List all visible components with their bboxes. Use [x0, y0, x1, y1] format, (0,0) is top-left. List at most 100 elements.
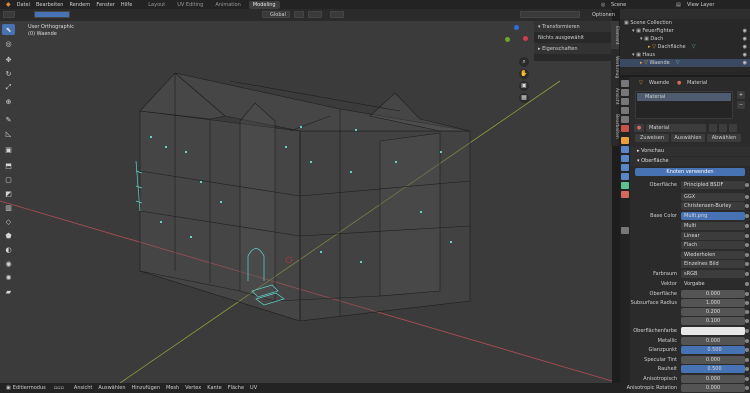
- property-field[interactable]: 0.000: [681, 337, 745, 345]
- property-field[interactable]: GGX: [681, 193, 745, 201]
- menu-help[interactable]: Hilfe: [121, 2, 132, 8]
- property-field[interactable]: Christensen-Burley: [681, 202, 745, 210]
- measure-tool-icon[interactable]: ◺: [2, 128, 15, 139]
- eye-icon[interactable]: ◉: [743, 44, 747, 50]
- bevel-tool-icon[interactable]: ◩: [2, 188, 15, 199]
- world-props-icon[interactable]: [621, 125, 629, 132]
- property-field[interactable]: 0.000: [681, 384, 745, 392]
- shear-tool-icon[interactable]: ▰: [2, 286, 15, 297]
- pivot-button[interactable]: [294, 11, 304, 18]
- overlay-buttons[interactable]: [520, 11, 580, 18]
- view-layer-props-icon[interactable]: [621, 107, 629, 114]
- keyframe-dot-icon[interactable]: [745, 292, 749, 296]
- tab-element[interactable]: Element: [611, 21, 619, 49]
- loop-cut-tool-icon[interactable]: ▥: [2, 202, 15, 213]
- keyframe-dot-icon[interactable]: [745, 262, 749, 266]
- menu-select[interactable]: Auswählen: [98, 385, 125, 391]
- keyframe-dot-icon[interactable]: [745, 301, 749, 305]
- output-props-icon[interactable]: [621, 98, 629, 105]
- keyframe-dot-icon[interactable]: [745, 377, 749, 381]
- material-name-field[interactable]: Material: [646, 124, 706, 132]
- menu-vertex[interactable]: Vertex: [185, 385, 201, 391]
- keyframe-dot-icon[interactable]: [745, 319, 749, 323]
- view-layer-name[interactable]: View Layer: [687, 2, 714, 8]
- eye-icon[interactable]: ◉: [743, 28, 747, 34]
- options-menu[interactable]: Optionen: [592, 12, 615, 18]
- menu-render[interactable]: Rendern: [69, 2, 90, 8]
- physics-props-icon[interactable]: [621, 164, 629, 171]
- material-browse-icon[interactable]: ●: [634, 124, 644, 132]
- gizmo-z-icon[interactable]: [514, 25, 519, 30]
- property-field[interactable]: Multi: [681, 222, 745, 230]
- slot-add-button[interactable]: +: [737, 91, 745, 99]
- material-slot-selected[interactable]: Material: [637, 93, 731, 101]
- mode-dropdown[interactable]: Editiermodus: [13, 385, 46, 391]
- material-copy-icon[interactable]: [719, 124, 727, 132]
- keyframe-dot-icon[interactable]: [745, 348, 749, 352]
- snap-button[interactable]: [308, 11, 322, 18]
- property-field[interactable]: 0.500: [681, 365, 745, 373]
- property-field[interactable]: Linear: [681, 232, 745, 240]
- menu-edge[interactable]: Kante: [207, 385, 221, 391]
- property-field[interactable]: 0.500: [681, 346, 745, 354]
- modifier-props-icon[interactable]: [621, 146, 629, 153]
- tab-uv-editing[interactable]: UV Editing: [173, 1, 207, 9]
- camera-icon[interactable]: ▣: [519, 81, 529, 91]
- property-field[interactable]: Flach: [681, 241, 745, 249]
- tool-props-icon[interactable]: [621, 80, 629, 87]
- blender-logo-icon[interactable]: ◆: [6, 1, 11, 8]
- texture-props-icon[interactable]: [621, 227, 629, 234]
- smooth-tool-icon[interactable]: ◉: [2, 258, 15, 269]
- keyframe-dot-icon[interactable]: [745, 234, 749, 238]
- slot-remove-button[interactable]: −: [737, 101, 745, 109]
- constraint-props-icon[interactable]: [621, 173, 629, 180]
- material-props-icon[interactable]: [621, 191, 629, 198]
- keyframe-dot-icon[interactable]: [745, 243, 749, 247]
- properties-section[interactable]: ▸ Eigenschaften: [534, 43, 611, 54]
- particles-props-icon[interactable]: [621, 155, 629, 162]
- property-field[interactable]: 0.100: [681, 317, 745, 325]
- material-slot-list[interactable]: Material: [635, 91, 733, 119]
- proportional-edit-button[interactable]: [330, 11, 344, 18]
- keyframe-dot-icon[interactable]: [745, 214, 749, 218]
- tab-animation[interactable]: Animation: [211, 1, 245, 9]
- outliner-row-scene-collection[interactable]: ▣ Scene Collection: [620, 19, 750, 27]
- eye-icon[interactable]: ◉: [743, 36, 747, 42]
- navigation-gizmo[interactable]: [505, 25, 529, 49]
- keyframe-dot-icon[interactable]: [745, 339, 749, 343]
- object-props-icon[interactable]: [621, 137, 629, 144]
- surface-panel-header[interactable]: ▾ Oberfläche: [631, 157, 750, 166]
- menu-file[interactable]: Datei: [17, 2, 30, 8]
- use-nodes-button[interactable]: Knoten verwenden: [635, 168, 745, 176]
- eye-icon[interactable]: ◉: [743, 52, 747, 58]
- menu-edit[interactable]: Bearbeiten: [36, 2, 63, 8]
- property-field[interactable]: 0.000: [681, 356, 745, 364]
- keyframe-dot-icon[interactable]: [745, 195, 749, 199]
- preview-panel-header[interactable]: ▸ Vorschau: [631, 147, 750, 156]
- property-field[interactable]: sRGB: [681, 270, 745, 278]
- scale-tool-icon[interactable]: ⤢: [2, 82, 15, 93]
- property-field[interactable]: 0.000: [681, 290, 745, 298]
- keyframe-dot-icon[interactable]: [745, 329, 749, 333]
- 3d-viewport[interactable]: User Orthographic (0) Waende ⌕ ✋ ▣ ▦: [0, 21, 612, 383]
- deselect-button[interactable]: Abwählen: [707, 134, 741, 142]
- tab-edit[interactable]: Bearbeiten: [611, 109, 619, 143]
- outliner-row-dachflaeche[interactable]: ▸ ▽ Dachfläche ▽ ◉: [620, 43, 750, 51]
- property-field[interactable]: 0.000: [681, 375, 745, 383]
- keyframe-dot-icon[interactable]: [745, 386, 749, 390]
- menu-uv[interactable]: UV: [250, 385, 257, 391]
- editor-type-button[interactable]: [3, 11, 15, 18]
- zoom-icon[interactable]: ⌕: [519, 57, 529, 67]
- spin-tool-icon[interactable]: ◐: [2, 244, 15, 255]
- menu-view[interactable]: Ansicht: [74, 385, 92, 391]
- move-tool-icon[interactable]: ✥: [2, 54, 15, 65]
- keyframe-dot-icon[interactable]: [745, 253, 749, 257]
- assign-button[interactable]: Zuweisen: [635, 134, 669, 142]
- keyframe-dot-icon[interactable]: [745, 204, 749, 208]
- scene-props-icon[interactable]: [621, 116, 629, 123]
- eye-icon[interactable]: ◉: [743, 60, 747, 66]
- rotate-tool-icon[interactable]: ↻: [2, 68, 15, 79]
- keyframe-dot-icon[interactable]: [745, 282, 749, 286]
- outliner-row-waende[interactable]: ▸ ▽ Waende ▽ ◉: [620, 59, 750, 67]
- property-field[interactable]: Vorgabe: [681, 280, 745, 288]
